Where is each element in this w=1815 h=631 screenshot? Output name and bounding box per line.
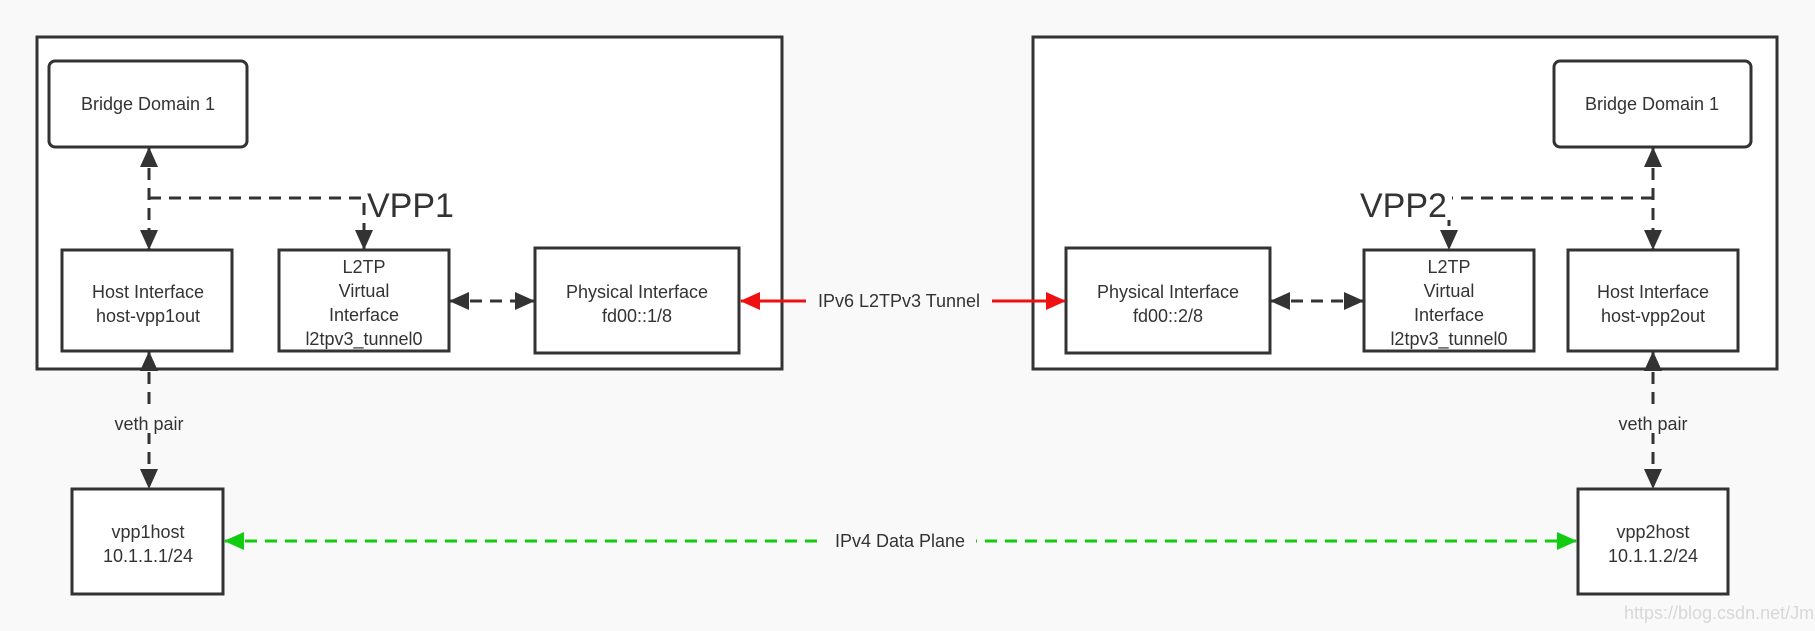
vpp1-physical-interface-label: Physical Interface — [566, 282, 708, 302]
vpp2-physical-interface-address: fd00::2/8 — [1133, 306, 1203, 326]
vpp2-host-interface-name: host-vpp2out — [1601, 306, 1705, 326]
vpp2host-address: 10.1.1.2/24 — [1608, 546, 1698, 566]
vpp1-host-interface-label: Host Interface — [92, 282, 204, 302]
veth-right-label: veth pair — [1618, 414, 1687, 434]
vpp1-host-interface-name: host-vpp1out — [96, 306, 200, 326]
tunnel-label: IPv6 L2TPv3 Tunnel — [818, 291, 980, 311]
vpp1-l2tp-line1: L2TP — [342, 257, 385, 277]
vpp1-bridge-domain-label: Bridge Domain 1 — [81, 94, 215, 114]
vpp2-physical-interface-label: Physical Interface — [1097, 282, 1239, 302]
vpp1-l2tp-line3: Interface — [329, 305, 399, 325]
vpp1-l2tp-line4: l2tpv3_tunnel0 — [305, 329, 422, 350]
vpp2-l2tp-line4: l2tpv3_tunnel0 — [1390, 329, 1507, 350]
watermark: https://blog.csdn.net/Jmilk — [1624, 603, 1815, 623]
vpp2-l2tp-line2: Virtual — [1424, 281, 1475, 301]
vpp2-bridge-domain-label: Bridge Domain 1 — [1585, 94, 1719, 114]
vpp1-l2tp-line2: Virtual — [339, 281, 390, 301]
vpp2host-name: vpp2host — [1616, 522, 1689, 542]
vpp2-l2tp-line3: Interface — [1414, 305, 1484, 325]
vpp2-l2tp-line1: L2TP — [1427, 257, 1470, 277]
vpp2-host-interface-label: Host Interface — [1597, 282, 1709, 302]
vpp1host-address: 10.1.1.1/24 — [103, 546, 193, 566]
diagram-svg: Bridge Domain 1 Host Interface host-vpp1… — [35, 35, 1815, 623]
vpp1host-name: vpp1host — [111, 522, 184, 542]
data-plane-label: IPv4 Data Plane — [835, 531, 965, 551]
diagram-canvas: Bridge Domain 1 Host Interface host-vpp1… — [0, 0, 1815, 631]
vpp2-label: VPP2 — [1360, 187, 1447, 225]
veth-left-label: veth pair — [114, 414, 183, 434]
vpp1-label: VPP1 — [367, 187, 454, 225]
vpp1-physical-interface-address: fd00::1/8 — [602, 306, 672, 326]
